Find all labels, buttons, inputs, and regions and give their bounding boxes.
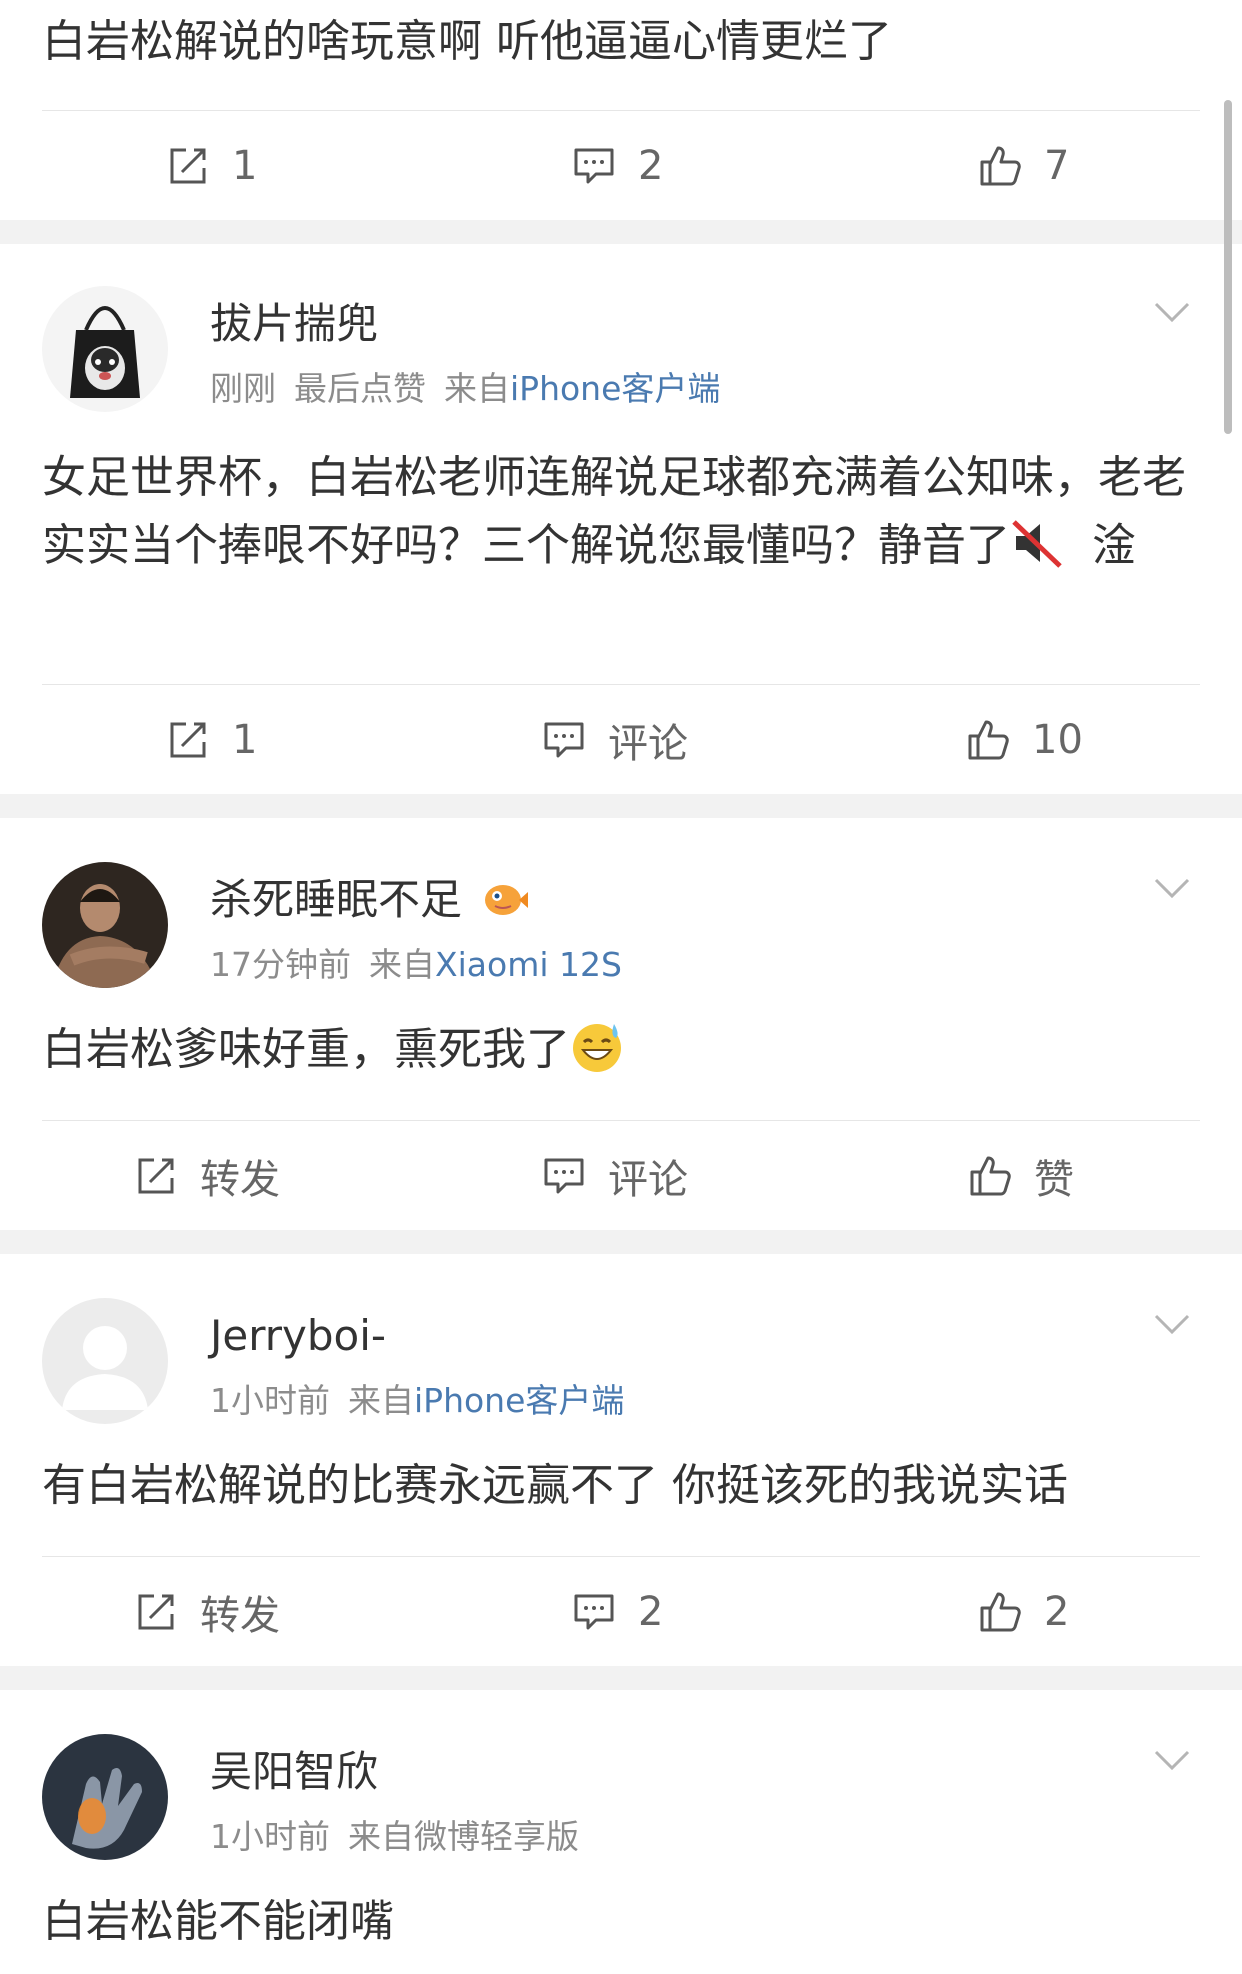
avatar[interactable]: [42, 862, 168, 988]
avatar[interactable]: [42, 286, 168, 412]
post-meta: 刚刚 最后点赞 来自iPhone客户端: [210, 368, 720, 410]
username[interactable]: 杀死睡眠不足: [210, 875, 462, 924]
chevron-down-icon[interactable]: [1152, 1312, 1192, 1336]
action-bar: 转发 评论 赞: [0, 1121, 1242, 1231]
source-link[interactable]: iPhone客户端: [414, 1381, 624, 1420]
thumbs-up-icon: [968, 720, 1009, 760]
source-prefix: 来自: [348, 1817, 414, 1856]
comment-count: 2: [638, 1589, 664, 1635]
like-button[interactable]: 赞: [968, 1121, 1074, 1231]
username[interactable]: 吴阳智欣: [210, 1746, 378, 1798]
source-link[interactable]: iPhone客户端: [510, 369, 720, 408]
comment-icon: [544, 1158, 584, 1194]
post-meta: 1小时前 来自iPhone客户端: [210, 1380, 624, 1422]
post-time: 17分钟前: [210, 945, 351, 984]
repost-icon: [170, 722, 206, 758]
scrollbar[interactable]: [1224, 100, 1232, 434]
comment-button[interactable]: 评论: [542, 1121, 688, 1231]
repost-label: 转发: [200, 1157, 280, 1203]
sweat-smile-emoji: [573, 1024, 621, 1072]
post-card: 杀死睡眠不足 17分钟前 来自Xiaomi 12S 白岩松爹味好重，熏死我了 转发…: [0, 818, 1242, 1230]
like-label: 赞: [1034, 1157, 1074, 1203]
post-card: 拔片揣兜 刚刚 最后点赞 来自iPhone客户端 女足世界杯，白岩松老师连解说足球都…: [0, 244, 1242, 794]
repost-icon: [138, 1158, 174, 1194]
like-button[interactable]: 10: [966, 685, 1083, 795]
comment-icon: [574, 1594, 614, 1630]
repost-button[interactable]: 转发: [134, 1557, 280, 1667]
source-link[interactable]: 微博轻享版: [414, 1817, 579, 1856]
post-content: 有白岩松解说的比赛永远赢不了 你挺该死的我说实话: [42, 1460, 1068, 1511]
comment-count: 2: [638, 143, 664, 189]
thumbs-up-icon: [980, 1592, 1021, 1632]
post-content: 女足世界杯，白岩松老师连解说足球都充满着公知味，老老实实当个捧哏不好吗？三个解说…: [42, 444, 1194, 580]
chevron-down-icon[interactable]: [1152, 300, 1192, 324]
repost-count: 1: [232, 143, 258, 189]
action-bar: 1 2 7: [0, 111, 1242, 221]
repost-icon: [170, 148, 206, 184]
post-extra: 最后点赞: [294, 369, 426, 408]
thumbs-up-icon: [980, 146, 1021, 186]
source-prefix: 来自: [444, 369, 510, 408]
repost-button[interactable]: 1: [166, 111, 257, 221]
username-row: 杀死睡眠不足: [210, 874, 529, 926]
like-button[interactable]: 7: [978, 111, 1069, 221]
chevron-down-icon[interactable]: [1152, 876, 1192, 900]
comment-icon: [544, 722, 584, 758]
post-time: 刚刚: [210, 369, 276, 408]
action-bar: 转发 2 2: [0, 1557, 1242, 1667]
avatar[interactable]: [42, 1298, 168, 1424]
chevron-down-icon[interactable]: [1152, 1748, 1192, 1772]
username[interactable]: Jerryboi-: [210, 1310, 386, 1362]
comment-button[interactable]: 评论: [542, 685, 688, 795]
post-time: 1小时前: [210, 1817, 330, 1856]
comment-label: 评论: [608, 721, 688, 767]
repost-button[interactable]: 转发: [134, 1121, 280, 1231]
repost-button[interactable]: 1: [166, 685, 257, 795]
post-content: 白岩松爹味好重，熏死我了: [42, 1016, 1194, 1084]
username[interactable]: 拔片揣兜: [210, 298, 378, 350]
thumbs-up-icon: [970, 1156, 1011, 1196]
post-time: 1小时前: [210, 1381, 330, 1420]
like-count: 10: [1032, 717, 1083, 763]
like-button[interactable]: 2: [978, 1557, 1069, 1667]
post-card: 吴阳智欣 1小时前 来自微博轻享版 白岩松能不能闭嘴: [0, 1690, 1242, 1974]
source-prefix: 来自: [348, 1381, 414, 1420]
post-text: 白岩松爹味好重，熏死我了: [42, 1024, 570, 1075]
action-bar: 1 评论 10: [0, 685, 1242, 795]
comment-label: 评论: [608, 1157, 688, 1203]
source-link[interactable]: Xiaomi 12S: [435, 945, 622, 984]
comment-icon: [574, 148, 614, 184]
post-card: Jerryboi- 1小时前 来自iPhone客户端 有白岩松解说的比赛永远赢不了…: [0, 1254, 1242, 1666]
repost-label: 转发: [200, 1593, 280, 1639]
post-card: 白岩松解说的啥玩意啊 听他逼逼心情更烂了 1 2 7: [0, 0, 1242, 220]
like-count: 2: [1044, 1589, 1070, 1635]
source-prefix: 来自: [369, 945, 435, 984]
post-meta: 17分钟前 来自Xiaomi 12S: [210, 944, 622, 986]
comment-button[interactable]: 2: [572, 111, 663, 221]
repost-count: 1: [232, 717, 258, 763]
comment-button[interactable]: 2: [572, 1557, 663, 1667]
muted-speaker-emoji: [1012, 520, 1062, 568]
post-content: 白岩松能不能闭嘴: [42, 1896, 394, 1947]
like-count: 7: [1044, 143, 1070, 189]
post-content: 白岩松解说的啥玩意啊 听他逼逼心情更烂了: [42, 16, 892, 67]
pufferfish-badge: [485, 885, 529, 915]
repost-icon: [138, 1594, 174, 1630]
post-meta: 1小时前 来自微博轻享版: [210, 1816, 579, 1858]
avatar[interactable]: [42, 1734, 168, 1860]
post-text-tail: 淦: [1091, 520, 1136, 571]
